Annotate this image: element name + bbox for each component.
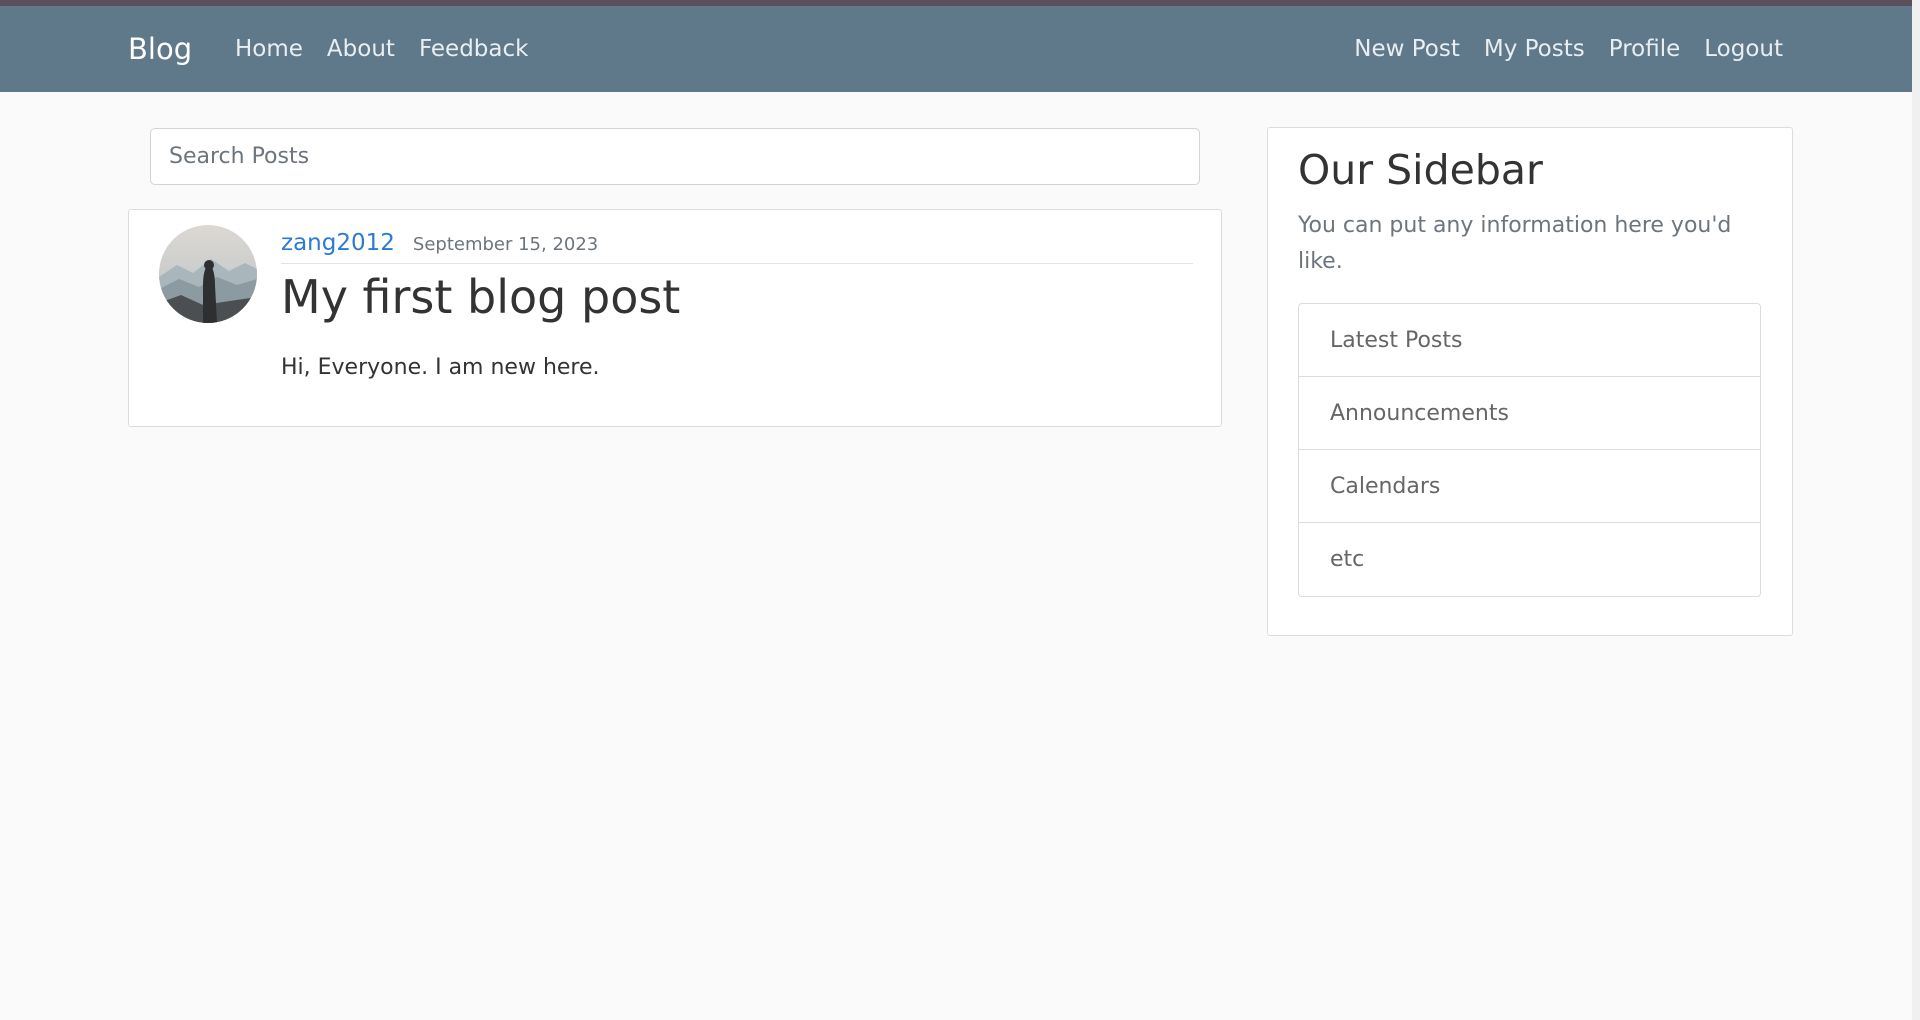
avatar-image-icon	[159, 225, 257, 323]
avatar[interactable]	[159, 225, 257, 323]
sidebar-item-etc[interactable]: etc	[1299, 523, 1760, 596]
scrollbar[interactable]	[1912, 0, 1920, 1020]
sidebar: Our Sidebar You can put any information …	[1267, 127, 1793, 636]
nav-left: Home About Feedback	[235, 36, 540, 62]
nav-new-post-link[interactable]: New Post	[1342, 36, 1472, 62]
nav-about-link[interactable]: About	[315, 36, 407, 62]
nav-feedback-link[interactable]: Feedback	[407, 36, 541, 62]
post-author-link[interactable]: zang2012	[281, 230, 395, 256]
post-content: Hi, Everyone. I am new here.	[281, 355, 600, 380]
nav-home-link[interactable]: Home	[235, 36, 315, 62]
navbar: Blog Home About Feedback New Post My Pos…	[0, 6, 1920, 92]
sidebar-list: Latest Posts Announcements Calendars etc	[1298, 303, 1761, 597]
nav-my-posts-link[interactable]: My Posts	[1472, 36, 1597, 62]
sidebar-item-latest-posts[interactable]: Latest Posts	[1299, 304, 1760, 377]
nav-logout-link[interactable]: Logout	[1692, 36, 1783, 62]
search-posts-input[interactable]	[150, 128, 1200, 185]
sidebar-description: You can put any information here you'd l…	[1298, 213, 1732, 274]
nav-right: New Post My Posts Profile Logout	[1342, 36, 1783, 62]
sidebar-title: Our Sidebar	[1298, 146, 1543, 194]
post-card: zang2012 September 15, 2023 My first blo…	[128, 209, 1222, 427]
sidebar-item-announcements[interactable]: Announcements	[1299, 377, 1760, 450]
brand-link[interactable]: Blog	[128, 32, 192, 66]
post-date: September 15, 2023	[412, 234, 599, 255]
post-title[interactable]: My first blog post	[281, 270, 680, 324]
nav-profile-link[interactable]: Profile	[1597, 36, 1693, 62]
sidebar-item-calendars[interactable]: Calendars	[1299, 450, 1760, 523]
post-meta: zang2012 September 15, 2023	[281, 230, 1193, 264]
